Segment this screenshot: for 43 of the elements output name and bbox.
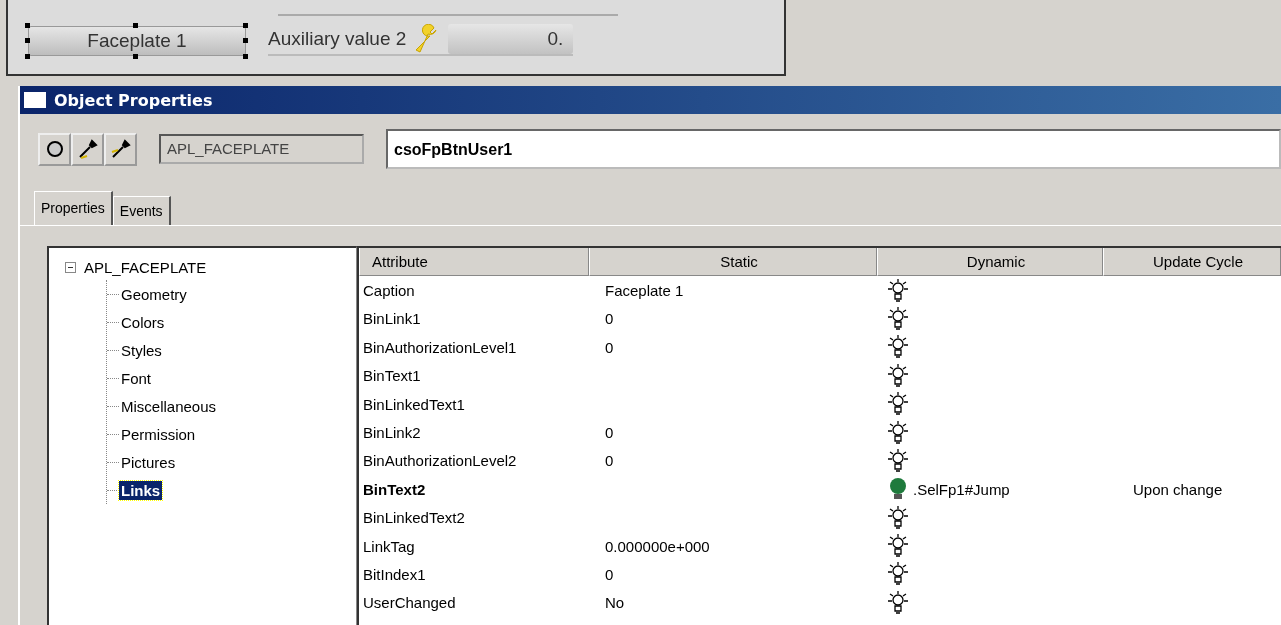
tree-item[interactable]: Geometry [119,284,189,304]
faceplate-button[interactable]: Faceplate 1 [28,26,246,56]
tree-item[interactable]: Colors [119,312,167,332]
tree-item[interactable]: APL_FACEPLATE [84,258,207,276]
attribute-cell-text: UserChanged [362,593,457,614]
update-cycle-cell-text: Upon change [1132,479,1224,500]
dynamic-cell: .SelFp1#Jump [913,480,1010,498]
attribute-cell-text: LinkTag [362,536,416,557]
static-cell-text: 0 [604,309,615,330]
attribute-cell-text: BitIndex1 [362,565,427,585]
tree-item[interactable]: Styles [119,340,164,360]
tree-item[interactable]: Miscellaneous [119,396,219,416]
tree-item[interactable]: Links [119,480,163,500]
attribute-cell-text: BinLink2 [362,423,422,444]
object-name-field[interactable]: csoFpBtnUser1 [386,129,1281,169]
attribute-cell-text: BinLink1 [362,309,422,330]
static-cell-text: 0.000000e+000 [604,536,711,557]
aux-label: Auxiliary value 2 [268,28,407,50]
attribute-cell-text: BinLinkedText2 [362,508,466,529]
attribute-cell-text: Caption [362,281,416,302]
object-type-field: APL_FACEPLATE [159,134,364,164]
static-cell-text: No [604,593,626,614]
tab[interactable]: Properties [34,191,113,226]
static-cell-text: 0 [604,423,615,444]
attribute-cell-text: BinText1 [362,366,422,387]
column-header[interactable]: Update Cycle [1103,248,1281,277]
static-cell-text: 0 [604,565,615,585]
tab[interactable]: Events [112,196,171,225]
column-header[interactable]: Attribute [359,248,589,277]
window-title: Object Properties [54,90,213,110]
tree-item[interactable]: Permission [119,424,198,444]
aux-value-field[interactable]: 0. [448,24,574,54]
static-cell-text: Faceplate 1 [604,281,685,302]
column-header[interactable]: Static [589,248,877,277]
attribute-cell-text: BinText2 [362,479,427,500]
attribute-cell-text: BinLinkedText1 [362,394,466,415]
column-header[interactable]: Dynamic [877,248,1103,277]
attribute-cell-text: BinAuthorizationLevel1 [362,337,518,358]
static-cell-text: 0 [604,337,615,358]
tree-item[interactable]: Font [119,368,153,388]
static-cell-text: 0 [604,451,615,472]
attribute-cell-text: BinAuthorizationLevel2 [362,451,518,472]
tree-item[interactable]: Pictures [119,452,178,472]
